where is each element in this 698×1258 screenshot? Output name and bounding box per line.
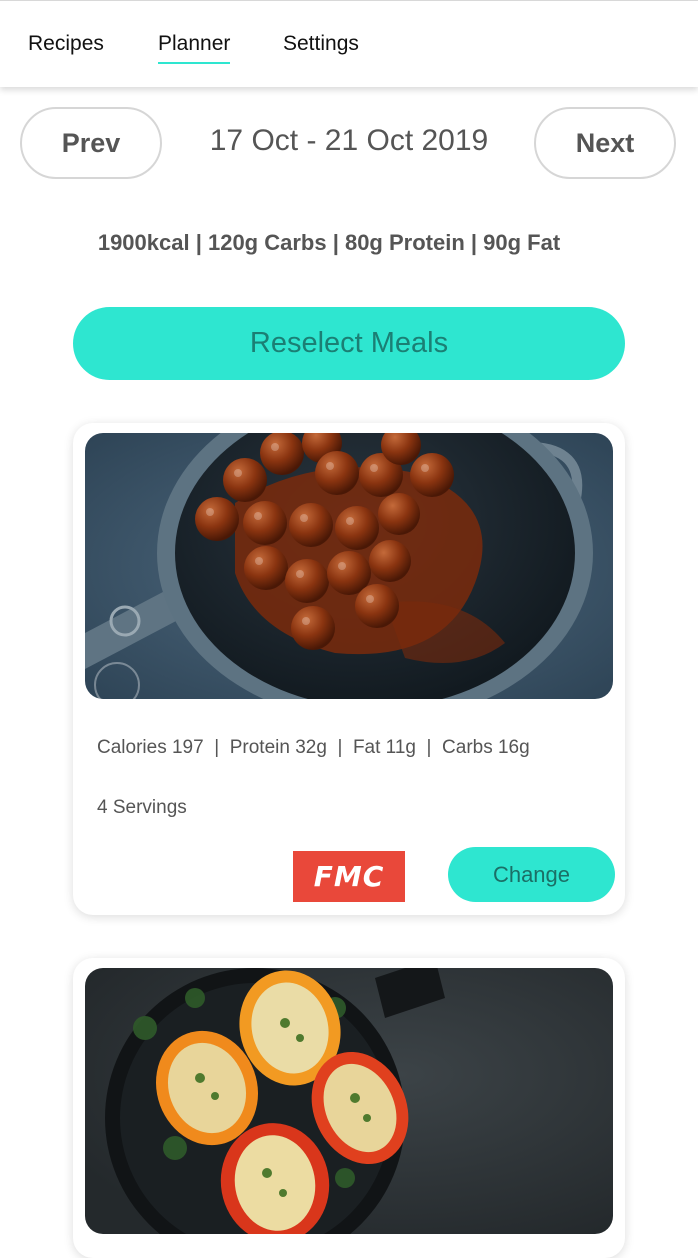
- top-nav-bar: Recipes Planner Settings: [0, 0, 698, 87]
- meal-photo-meatballs[interactable]: [85, 433, 613, 699]
- meal-servings: 4 Servings: [97, 797, 187, 818]
- meal-card: [73, 958, 625, 1258]
- fmc-brand-logo: FMC: [293, 851, 405, 902]
- week-date-range: 17 Oct - 21 Oct 2019: [209, 124, 489, 157]
- reselect-meals-button[interactable]: Reselect Meals: [73, 307, 625, 380]
- tab-recipes[interactable]: Recipes: [28, 32, 104, 56]
- meal-nutrition-info: Calories 197 | Protein 32g | Fat 11g | C…: [97, 737, 530, 758]
- next-week-button[interactable]: Next: [534, 107, 676, 179]
- change-meal-button[interactable]: Change: [448, 847, 615, 902]
- tab-planner[interactable]: Planner: [158, 32, 231, 64]
- tab-settings[interactable]: Settings: [283, 32, 359, 56]
- meal-card: Calories 197 | Protein 32g | Fat 11g | C…: [73, 423, 625, 915]
- macro-targets-summary: 1900kcal | 120g Carbs | 80g Protein | 90…: [97, 230, 561, 255]
- prev-week-button[interactable]: Prev: [20, 107, 162, 179]
- meal-photo-stuffed-peppers[interactable]: [85, 968, 613, 1234]
